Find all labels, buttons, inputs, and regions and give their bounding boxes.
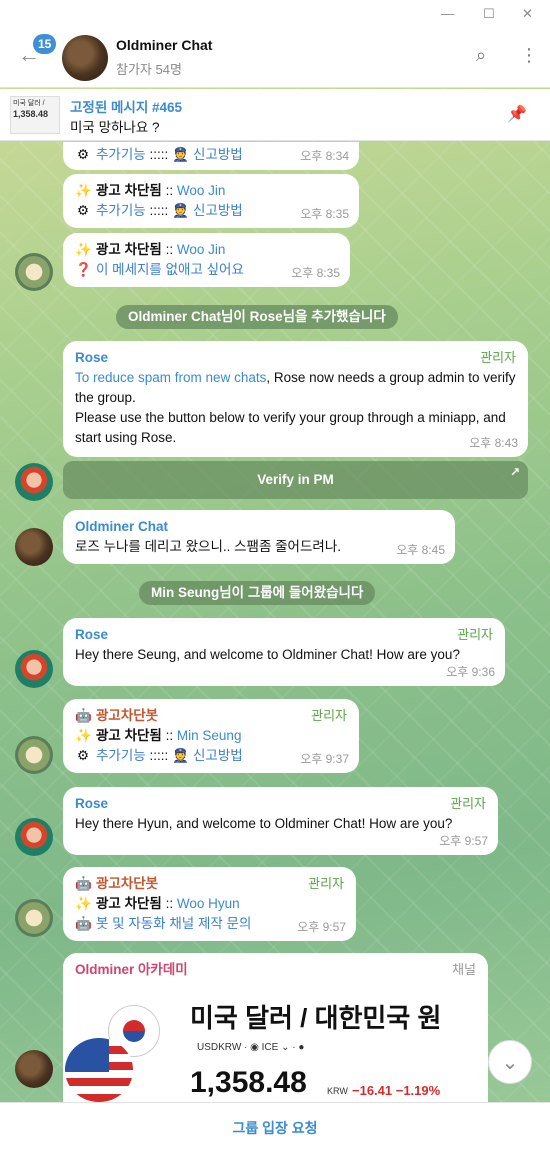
report-link[interactable]: 신고방법 [193, 748, 243, 763]
external-link-icon: ↗ [509, 465, 520, 479]
text-link[interactable]: To reduce spam from new chats [75, 370, 266, 385]
admin-badge: 관리자 [311, 708, 347, 723]
message-bubble: Rose 관리자 To reduce spam from new chats, … [63, 341, 528, 457]
gear-icon: ⚙ [76, 748, 90, 763]
minimize-icon[interactable]: — [441, 6, 454, 21]
message-bubble: Rose 관리자 Hey there Seung, and welcome to… [63, 618, 505, 686]
pin-list-icon[interactable]: 📌 [507, 104, 527, 124]
service-message: Min Seung님이 그룹에 들어왔습니다 [139, 581, 376, 605]
sparkle-icon: ✨ [75, 242, 92, 257]
police-icon: 👮 [171, 748, 189, 763]
message-bubble: 🤖 광고차단봇 관리자 ✨ 광고 차단됨 :: Woo Hyun 🤖 봇 및 자동화 … [63, 867, 356, 941]
maximize-icon[interactable]: ☐ [483, 6, 495, 22]
service-message: Oldminer Chat님이 Rose님을 추가했습니다 [116, 305, 398, 329]
avatar[interactable] [15, 463, 53, 501]
message-bubble: ✨ 광고 차단됨 :: Woo Jin ⚙ 추가기능 ::::: 👮 신고방법 오후 … [63, 174, 359, 228]
user-link[interactable]: Woo Hyun [177, 896, 240, 911]
pinned-text: 미국 망하나요 ? [70, 120, 160, 135]
sparkle-icon: ✨ [75, 183, 92, 198]
admin-badge: 관리자 [457, 627, 493, 642]
user-link[interactable]: Woo Jin [177, 242, 226, 257]
price-change: −16.41 −1.19% [352, 1083, 441, 1098]
admin-badge: 관리자 [450, 796, 486, 811]
unread-count-badge: 15 [33, 34, 57, 54]
gear-icon: ⚙ [76, 203, 90, 218]
price-unit: KRW [327, 1086, 348, 1096]
message-bubble: 🤖 광고차단봇 관리자 ✨ 광고 차단됨 :: Min Seung ⚙ 추가기능 ::… [63, 699, 359, 773]
currency-pair-title: 미국 달러 / 대한민국 원 [190, 1003, 442, 1033]
robot-icon: 🤖 [75, 916, 92, 931]
chat-title[interactable]: Oldminer Chat [116, 37, 212, 53]
admin-badge: 관리자 [308, 876, 344, 891]
gear-icon: ⚙ [76, 147, 90, 162]
join-request-button[interactable]: 그룹 입장 요청 [0, 1102, 550, 1153]
sparkle-icon: ✨ [75, 896, 92, 911]
chat-avatar[interactable] [62, 35, 108, 81]
avatar[interactable] [15, 1050, 53, 1088]
message-bubble: Oldminer Chat 로즈 누나를 데리고 왔으니.. 스팸좀 줄어드려나… [63, 510, 455, 564]
close-icon[interactable]: ✕ [522, 6, 533, 22]
avatar[interactable] [15, 650, 53, 688]
pinned-thumbnail: 미국 달러 / 1,358.48 [10, 96, 60, 134]
avatar[interactable] [15, 253, 53, 291]
pinned-title: 고정된 메시지 #465 [70, 100, 183, 115]
robot-icon: 🤖 [75, 876, 92, 891]
question-mark-icon: ❓ [75, 262, 92, 277]
sparkle-icon: ✨ [75, 728, 92, 743]
report-link[interactable]: 신고방법 [193, 147, 243, 162]
avatar[interactable] [15, 818, 53, 856]
message-bubble: ⚙ 추가기능 ::::: 👮 신고방법 오후 8:34 [63, 142, 359, 170]
search-icon[interactable]: ⌕ [476, 45, 486, 66]
police-icon: 👮 [171, 203, 189, 218]
channel-badge: 채널 [452, 962, 476, 977]
message-bubble: ✨ 광고 차단됨 :: Woo Jin ❓ 이 메세지를 없애고 싶어요 오후 8:… [63, 233, 350, 287]
command-link[interactable]: 이 메세지를 없애고 싶어요 [96, 262, 244, 277]
price-value: 1,358.48 [190, 1066, 307, 1099]
sender-name[interactable]: Rose [75, 348, 516, 368]
user-link[interactable]: Min Seung [177, 728, 242, 743]
avatar[interactable] [15, 736, 53, 774]
us-flag-icon [65, 1038, 133, 1102]
member-count: 참가자 54명 [116, 62, 182, 77]
scroll-down-button[interactable]: ⌄ [488, 1040, 532, 1084]
robot-icon: 🤖 [75, 708, 92, 723]
command-link[interactable]: 봇 및 자동화 채널 제작 문의 [96, 916, 251, 931]
user-link[interactable]: Woo Jin [177, 183, 226, 198]
ticker-line: USDKRW · ◉ ICE ⌄ · ● [197, 1042, 305, 1053]
sender-name[interactable]: 광고차단봇 [96, 708, 158, 723]
sender-name[interactable]: Rose [75, 794, 486, 814]
admin-badge: 관리자 [480, 350, 516, 365]
avatar[interactable] [15, 899, 53, 937]
message-bubble: Rose 관리자 Hey there Hyun, and welcome to … [63, 787, 498, 855]
more-menu-icon[interactable]: ⋮ [520, 45, 538, 66]
report-link[interactable]: 신고방법 [193, 203, 243, 218]
chevron-down-icon: ⌄ [501, 1052, 519, 1074]
police-icon: 👮 [171, 147, 189, 162]
sender-name[interactable]: 광고차단봇 [96, 876, 158, 891]
sender-name[interactable]: Oldminer 아카데미 [75, 960, 476, 980]
verify-in-pm-button[interactable]: Verify in PM ↗ [63, 461, 528, 499]
avatar[interactable] [15, 528, 53, 566]
sender-name[interactable]: Oldminer Chat [75, 517, 443, 537]
sender-name[interactable]: Rose [75, 625, 493, 645]
